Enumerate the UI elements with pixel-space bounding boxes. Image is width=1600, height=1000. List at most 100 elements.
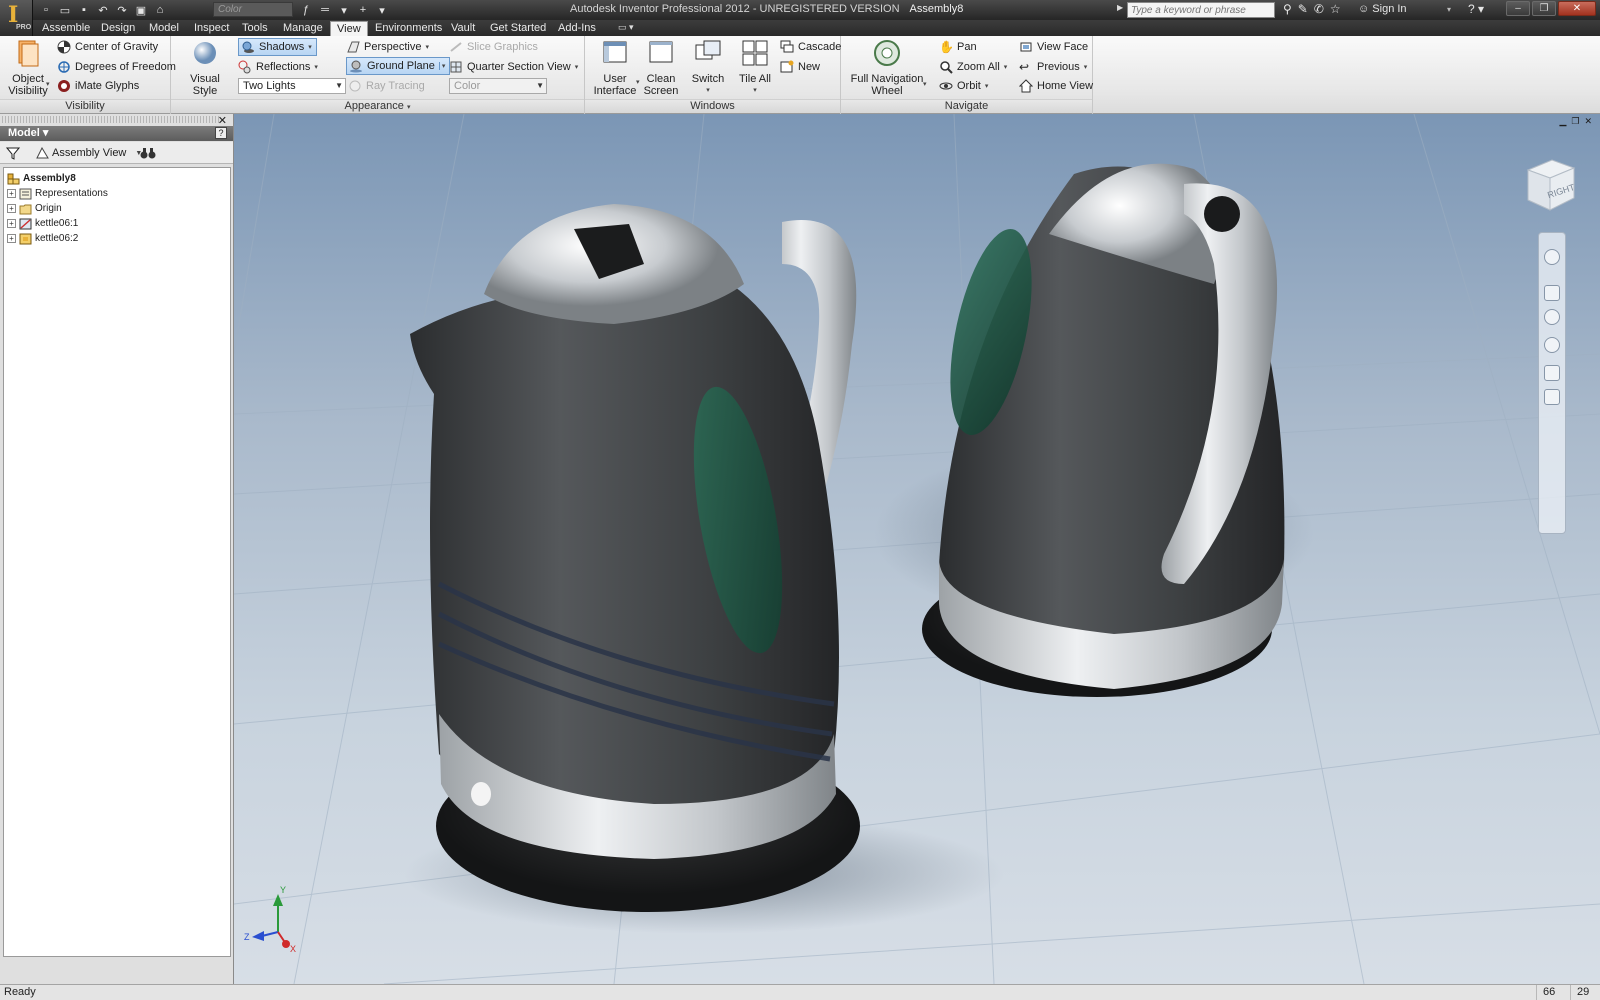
tab-inspect[interactable]: Inspect xyxy=(188,21,235,36)
nav-pan-icon[interactable] xyxy=(1544,285,1560,301)
tab-add-ins[interactable]: Add-Ins xyxy=(552,21,602,36)
ribbon-minimize-icon[interactable]: ▭ ▾ xyxy=(618,22,640,34)
degrees-of-freedom-button[interactable]: Degrees of Freedom xyxy=(57,58,176,76)
undo-icon[interactable]: ↶ xyxy=(95,2,111,18)
full-navigation-wheel-button[interactable]: Full Navigation Wheel xyxy=(849,39,925,97)
orbit-button[interactable]: Orbit ▾ xyxy=(939,77,988,95)
tab-design[interactable]: Design xyxy=(95,21,141,36)
color-override-select[interactable]: Color ▼ xyxy=(449,78,547,94)
binoculars-find-icon[interactable] xyxy=(140,146,156,160)
nav-view-face-icon[interactable] xyxy=(1544,389,1560,405)
lighting-style-select[interactable]: Two Lights ▼ xyxy=(238,78,346,94)
navigation-wheel-dropdown-icon[interactable]: ▾ xyxy=(923,80,927,88)
tab-assemble[interactable]: Assemble xyxy=(36,21,96,36)
previous-view-button[interactable]: ↩ Previous ▾ xyxy=(1019,58,1087,76)
filter-icon[interactable] xyxy=(6,146,20,160)
open-file-icon[interactable]: ▭ xyxy=(57,2,73,18)
new-file-icon[interactable]: ▫ xyxy=(38,2,54,18)
function-icon[interactable]: ƒ xyxy=(298,2,314,18)
tab-model[interactable]: Model xyxy=(143,21,185,36)
quarter-section-dropdown-icon[interactable]: ▾ xyxy=(575,63,579,71)
tab-vault[interactable]: Vault xyxy=(445,21,481,36)
sign-in-dropdown-icon[interactable]: ▾ xyxy=(1447,5,1451,14)
communication-icon[interactable]: ✆ xyxy=(1314,2,1324,16)
perspective-dropdown-icon[interactable]: ▾ xyxy=(425,43,429,51)
tree-item-assembly[interactable]: Assembly8 xyxy=(7,171,76,186)
subscription-icon[interactable]: ✎ xyxy=(1298,2,1308,16)
plus-icon[interactable]: + xyxy=(355,2,371,18)
tile-all-button[interactable]: Tile All ▾ xyxy=(733,39,777,97)
reflections-button[interactable]: Reflections ▾ xyxy=(238,58,318,76)
search-input[interactable] xyxy=(1127,2,1275,18)
application-menu-button[interactable]: I PRO xyxy=(0,0,33,36)
reflections-dropdown-icon[interactable]: ▾ xyxy=(314,63,318,71)
ground-plane-button[interactable]: Ground Plane ▾ xyxy=(346,57,451,75)
search-expand-icon[interactable]: ▶ xyxy=(1117,3,1123,12)
dropdown-icon[interactable]: ▾ xyxy=(336,2,352,18)
clean-screen-button[interactable]: Clean Screen xyxy=(641,39,681,97)
measure-icon[interactable]: ═ xyxy=(317,2,333,18)
tab-get-started[interactable]: Get Started xyxy=(484,21,552,36)
customize-icon[interactable]: ▾ xyxy=(374,2,390,18)
center-of-gravity-button[interactable]: Center of Gravity xyxy=(57,38,158,56)
browser-grip[interactable] xyxy=(2,116,220,123)
binoculars-icon[interactable]: ⚲ xyxy=(1283,2,1292,16)
view-face-button[interactable]: View Face xyxy=(1019,38,1088,56)
quarter-section-view-button[interactable]: Quarter Section View ▾ xyxy=(449,58,578,76)
restore-button[interactable]: ❐ xyxy=(1532,1,1556,16)
return-icon[interactable]: ⌂ xyxy=(152,2,168,18)
graphics-window[interactable]: ▁ ❐ ✕ RIGHT Y Z X xyxy=(234,114,1600,984)
redo-icon[interactable]: ↷ xyxy=(114,2,130,18)
steering-wheel-icon[interactable] xyxy=(1544,249,1560,265)
perspective-button[interactable]: Perspective ▾ xyxy=(346,38,429,56)
viewport-minimize-icon[interactable]: ▁ xyxy=(1559,116,1566,127)
previous-view-dropdown-icon[interactable]: ▾ xyxy=(1084,63,1088,71)
imate-glyphs-button[interactable]: iMate Glyphs xyxy=(57,77,139,95)
tab-manage[interactable]: Manage xyxy=(277,21,329,36)
zoom-all-button[interactable]: Zoom All ▾ xyxy=(939,58,1007,76)
nav-zoom-icon[interactable] xyxy=(1544,309,1560,325)
orbit-dropdown-icon[interactable]: ▾ xyxy=(985,82,989,90)
minimize-button[interactable]: – xyxy=(1506,1,1530,16)
tree-item-kettle-1[interactable]: + kettle06:1 xyxy=(7,216,78,231)
viewcube[interactable]: RIGHT xyxy=(1522,154,1578,214)
cascade-button[interactable]: Cascade xyxy=(780,38,841,56)
ray-tracing-button[interactable]: Ray Tracing xyxy=(348,77,425,95)
tree-item-representations[interactable]: + Representations xyxy=(7,186,108,201)
shadows-button[interactable]: Shadows ▾ xyxy=(238,38,317,56)
expand-icon[interactable]: + xyxy=(7,219,16,228)
user-interface-button[interactable]: User Interface xyxy=(593,39,637,97)
shadows-dropdown-icon[interactable]: ▾ xyxy=(308,43,312,51)
tree-item-origin[interactable]: + Origin xyxy=(7,201,62,216)
object-visibility-button[interactable]: Object Visibility xyxy=(6,39,50,97)
user-interface-dropdown-icon[interactable]: ▾ xyxy=(636,78,640,86)
browser-help-icon[interactable]: ? xyxy=(215,127,227,139)
help-button[interactable]: ? ▾ xyxy=(1468,2,1484,16)
appearance-panel-title[interactable]: Appearance ▾ xyxy=(171,99,584,113)
switch-window-button[interactable]: Switch ▾ xyxy=(685,39,731,97)
tab-view[interactable]: View xyxy=(330,21,368,36)
tab-environments[interactable]: Environments xyxy=(369,21,448,36)
assembly-view-dropdown[interactable]: Assembly View ▼ xyxy=(36,147,142,159)
nav-orbit-icon[interactable] xyxy=(1544,337,1560,353)
tree-item-kettle-2[interactable]: + kettle06:2 xyxy=(7,231,78,246)
nav-look-at-icon[interactable] xyxy=(1544,365,1560,381)
viewport-restore-icon[interactable]: ❐ xyxy=(1571,116,1579,127)
project-icon[interactable]: ▣ xyxy=(133,2,149,18)
zoom-all-dropdown-icon[interactable]: ▾ xyxy=(1004,63,1008,71)
color-override-combo[interactable]: Color xyxy=(213,2,293,17)
viewport-close-icon[interactable]: ✕ xyxy=(1584,116,1592,127)
tab-tools[interactable]: Tools xyxy=(236,21,274,36)
pan-button[interactable]: ✋ Pan xyxy=(939,38,977,56)
expand-icon[interactable]: + xyxy=(7,189,16,198)
ground-plane-dropdown-icon[interactable]: ▾ xyxy=(438,62,445,70)
slice-graphics-button[interactable]: Slice Graphics xyxy=(449,38,538,56)
favorites-icon[interactable]: ☆ xyxy=(1330,2,1341,16)
new-window-button[interactable]: New xyxy=(780,58,820,76)
object-visibility-dropdown-icon[interactable]: ▾ xyxy=(46,80,50,88)
close-button[interactable]: ✕ xyxy=(1558,1,1596,16)
expand-icon[interactable]: + xyxy=(7,234,16,243)
home-view-button[interactable]: Home View xyxy=(1019,77,1093,95)
sign-in-button[interactable]: ☺ Sign In xyxy=(1358,3,1407,15)
browser-title[interactable]: Model ▾ xyxy=(0,126,233,141)
